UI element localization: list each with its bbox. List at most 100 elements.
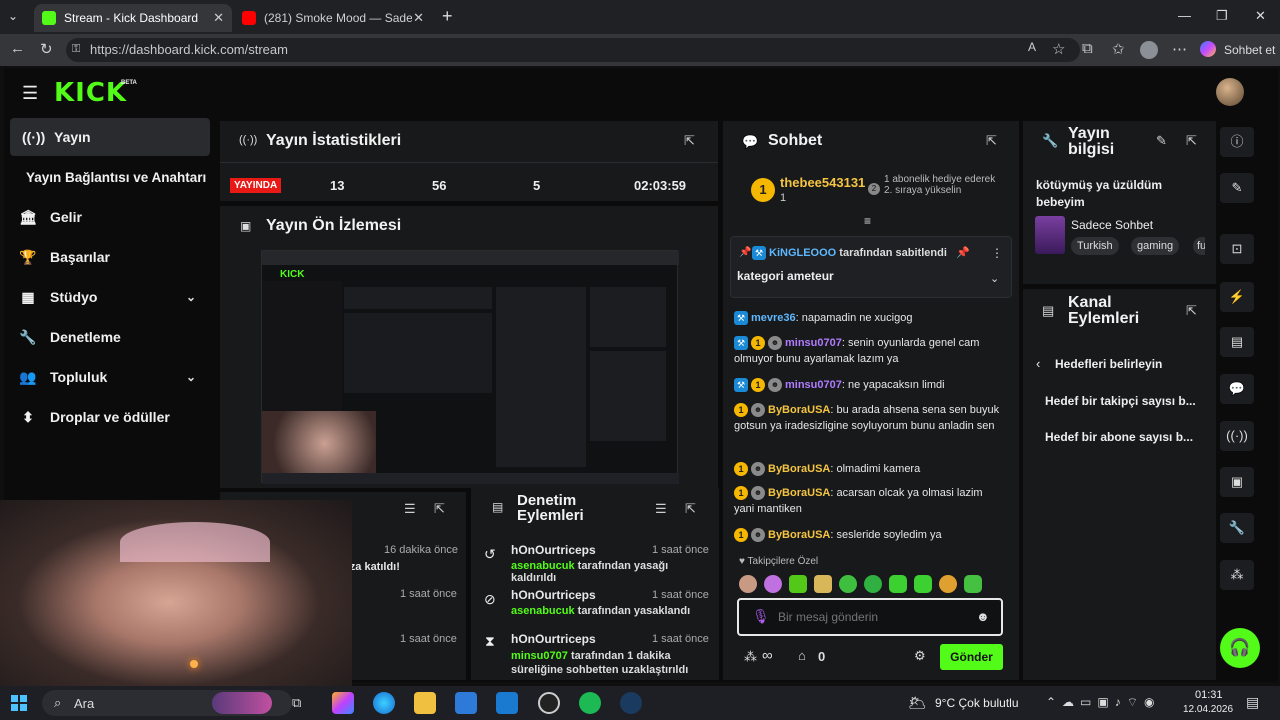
sidebar-item-community[interactable]: 👥 Topluluk ⌄ — [6, 358, 206, 396]
notifications-icon[interactable]: ▤ — [1246, 694, 1259, 711]
chat-bubble-icon[interactable]: 💬 — [1220, 374, 1254, 404]
refresh-icon[interactable]: ↻ — [40, 40, 53, 58]
copilot-app-icon[interactable] — [332, 692, 354, 714]
sidebar-item-stream[interactable]: ((·)) Yayın — [10, 118, 210, 156]
chat-collapse-icon[interactable]: ≡ — [864, 214, 871, 228]
microsoft-store-icon[interactable] — [455, 692, 477, 714]
favorites-icon[interactable]: ✩ — [1112, 40, 1125, 58]
emote-icon[interactable] — [889, 575, 907, 593]
support-headset-icon[interactable]: 🎧 — [1220, 628, 1260, 668]
emote-icon[interactable] — [789, 575, 807, 593]
popout-icon[interactable]: ⇱ — [1186, 133, 1197, 149]
chat-message[interactable]: ⚒ 1 ☻ minsu0707: ne yapacaksın limdi — [734, 377, 1004, 393]
info-icon[interactable]: ⓘ — [1220, 127, 1254, 157]
tab-youtube[interactable]: (281) Smoke Mood — Sadece rah ✕ — [234, 4, 432, 32]
filter-icon[interactable]: ☰ — [404, 501, 416, 517]
chat-message-input[interactable] — [778, 608, 968, 626]
emote-icon[interactable] — [864, 575, 882, 593]
unpin-icon[interactable]: 📌 — [956, 246, 970, 259]
emote-icon[interactable] — [839, 575, 857, 593]
steam-icon[interactable] — [620, 692, 642, 714]
back-icon[interactable]: ← — [10, 40, 25, 57]
more-options-icon[interactable]: ⋮ — [991, 246, 1003, 260]
emote-icon[interactable] — [964, 575, 982, 593]
document-icon[interactable]: ▤ — [1220, 327, 1254, 357]
windows-start-icon[interactable] — [11, 695, 27, 711]
clock-date[interactable]: 12.04.2026 — [1183, 704, 1233, 715]
preview-video[interactable]: KICK — [261, 250, 679, 484]
close-tab-icon[interactable]: ✕ — [413, 10, 424, 26]
mod-user[interactable]: hOnOurtriceps — [511, 632, 596, 646]
filter-icon[interactable]: ☰ — [655, 501, 667, 517]
popout-icon[interactable]: ⇱ — [685, 501, 696, 517]
edit-icon[interactable]: ✎ — [1220, 173, 1254, 203]
tab-kick-dashboard[interactable]: Stream - Kick Dashboard ✕ — [34, 4, 232, 32]
maximize-icon[interactable]: ❐ — [1216, 8, 1228, 24]
clock-time[interactable]: 01:31 — [1195, 689, 1223, 701]
favorite-icon[interactable]: ☆ — [1052, 40, 1065, 58]
goals-back-label[interactable]: Hedefleri belirleyin — [1055, 357, 1162, 371]
profile-avatar[interactable] — [1140, 41, 1158, 59]
system-tray-icons[interactable]: ⌃☁▭▣♪⌔◉ — [1046, 695, 1160, 710]
points-balance[interactable]: ∞ — [762, 647, 773, 664]
sidebar-item-drops[interactable]: ⬍ Droplar ve ödüller — [6, 398, 206, 436]
popout-icon[interactable]: ⇱ — [434, 501, 445, 517]
chat-settings-icon[interactable]: ⚙ — [914, 648, 926, 664]
obs-icon[interactable] — [538, 692, 560, 714]
tag-chip[interactable]: gaming — [1131, 237, 1180, 255]
spotify-icon[interactable] — [579, 692, 601, 714]
user-avatar[interactable] — [1216, 78, 1244, 106]
mod-user[interactable]: hOnOurtriceps — [511, 543, 596, 557]
screen-capture-icon[interactable]: ⊡ — [1220, 234, 1254, 264]
new-tab-icon[interactable]: + — [442, 6, 453, 27]
sidebar-item-studio[interactable]: ▦ Stüdyo ⌄ — [6, 278, 206, 316]
gift-leader-name[interactable]: thebee543131 — [780, 175, 865, 190]
popout-icon[interactable]: ⇱ — [1186, 303, 1197, 319]
community-icon[interactable]: ⁂ — [1220, 560, 1254, 590]
emote-icon[interactable] — [939, 575, 957, 593]
mod-user[interactable]: hOnOurtriceps — [511, 588, 596, 602]
broadcast-icon[interactable]: ((·)) — [1220, 421, 1254, 451]
layout-icon[interactable]: ▣ — [1220, 467, 1254, 497]
kick-logo[interactable]: KICK — [54, 78, 127, 108]
emote-icon[interactable] — [764, 575, 782, 593]
chat-message[interactable]: 1 ☻ ByBoraUSA: acarsan olcak ya olmasi laz… — [734, 485, 1004, 517]
chat-message[interactable]: ⚒ mevre36: napamadin ne xucigog — [734, 310, 1004, 326]
mail-icon[interactable] — [496, 692, 518, 714]
read-aloud-icon[interactable]: A — [1028, 40, 1036, 54]
popout-icon[interactable]: ⇱ — [986, 133, 997, 149]
chat-message[interactable]: 1 ☻ ByBoraUSA: sesleride soyledim ya — [734, 527, 1004, 543]
site-info-icon[interactable]: ⚿ — [72, 43, 80, 56]
minimize-icon[interactable]: — — [1178, 8, 1191, 23]
goal-subscriber-item[interactable]: Hedef bir abone sayısı b... — [1045, 430, 1193, 444]
chat-message[interactable]: 1 ☻ ByBoraUSA: bu arada ahsena sena sen bu… — [734, 402, 1004, 434]
sidebar-item-achievements[interactable]: 🏆 Başarılar — [6, 238, 206, 276]
close-tab-icon[interactable]: ✕ — [213, 10, 224, 26]
microphone-icon[interactable]: 🎙 — [752, 608, 770, 625]
tag-chip[interactable]: Turkish — [1071, 237, 1119, 255]
tab-list-icon[interactable]: ⌄ — [8, 9, 18, 23]
copilot-button[interactable]: Sohbet et — [1224, 43, 1275, 57]
shop-icon[interactable]: ⌂ — [798, 648, 806, 663]
emote-icon[interactable] — [914, 575, 932, 593]
task-view-icon[interactable]: ⧉ — [292, 695, 301, 711]
sidebar-item-stream-key[interactable]: Yayın Bağlantısı ve Anahtarı — [14, 158, 224, 196]
url-field[interactable]: https://dashboard.kick.com/stream — [66, 38, 1080, 62]
tag-chip[interactable]: fu — [1193, 237, 1205, 255]
category-name[interactable]: Sadece Sohbet — [1071, 218, 1153, 232]
weather-text[interactable]: 9°C Çok bulutlu — [935, 696, 1019, 710]
send-button[interactable]: Gönder — [940, 644, 1003, 670]
sidebar-item-revenue[interactable]: 🏛 Gelir — [6, 198, 206, 236]
emote-icon[interactable] — [739, 575, 757, 593]
goal-follower-item[interactable]: Hedef bir takipçi sayısı b... — [1045, 394, 1196, 408]
extensions-icon[interactable]: ⧉ — [1082, 40, 1093, 57]
close-window-icon[interactable]: ✕ — [1255, 8, 1266, 24]
emoji-picker-icon[interactable]: ☻ — [976, 609, 990, 624]
chevron-down-icon[interactable]: ⌄ — [990, 272, 999, 285]
popout-icon[interactable]: ⇱ — [684, 133, 695, 149]
hamburger-menu-icon[interactable]: ☰ — [22, 83, 38, 104]
emote-icon[interactable] — [814, 575, 832, 593]
file-explorer-icon[interactable] — [414, 692, 436, 714]
edge-browser-icon[interactable] — [373, 692, 395, 714]
category-thumbnail[interactable] — [1035, 216, 1065, 254]
